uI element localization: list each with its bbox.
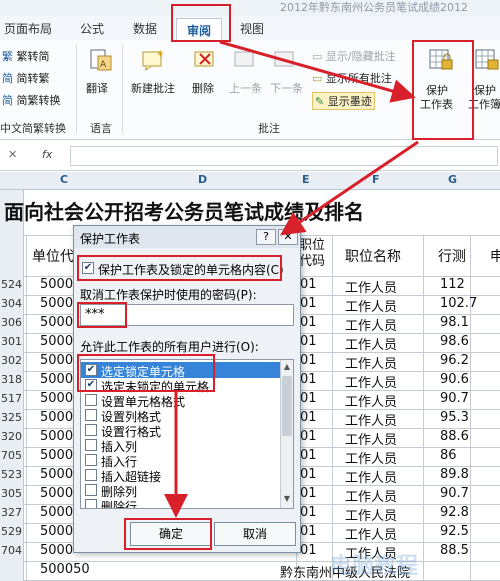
annotation-arrows — [164, 40, 419, 518]
watermark: 电脑教程 — [330, 554, 419, 579]
